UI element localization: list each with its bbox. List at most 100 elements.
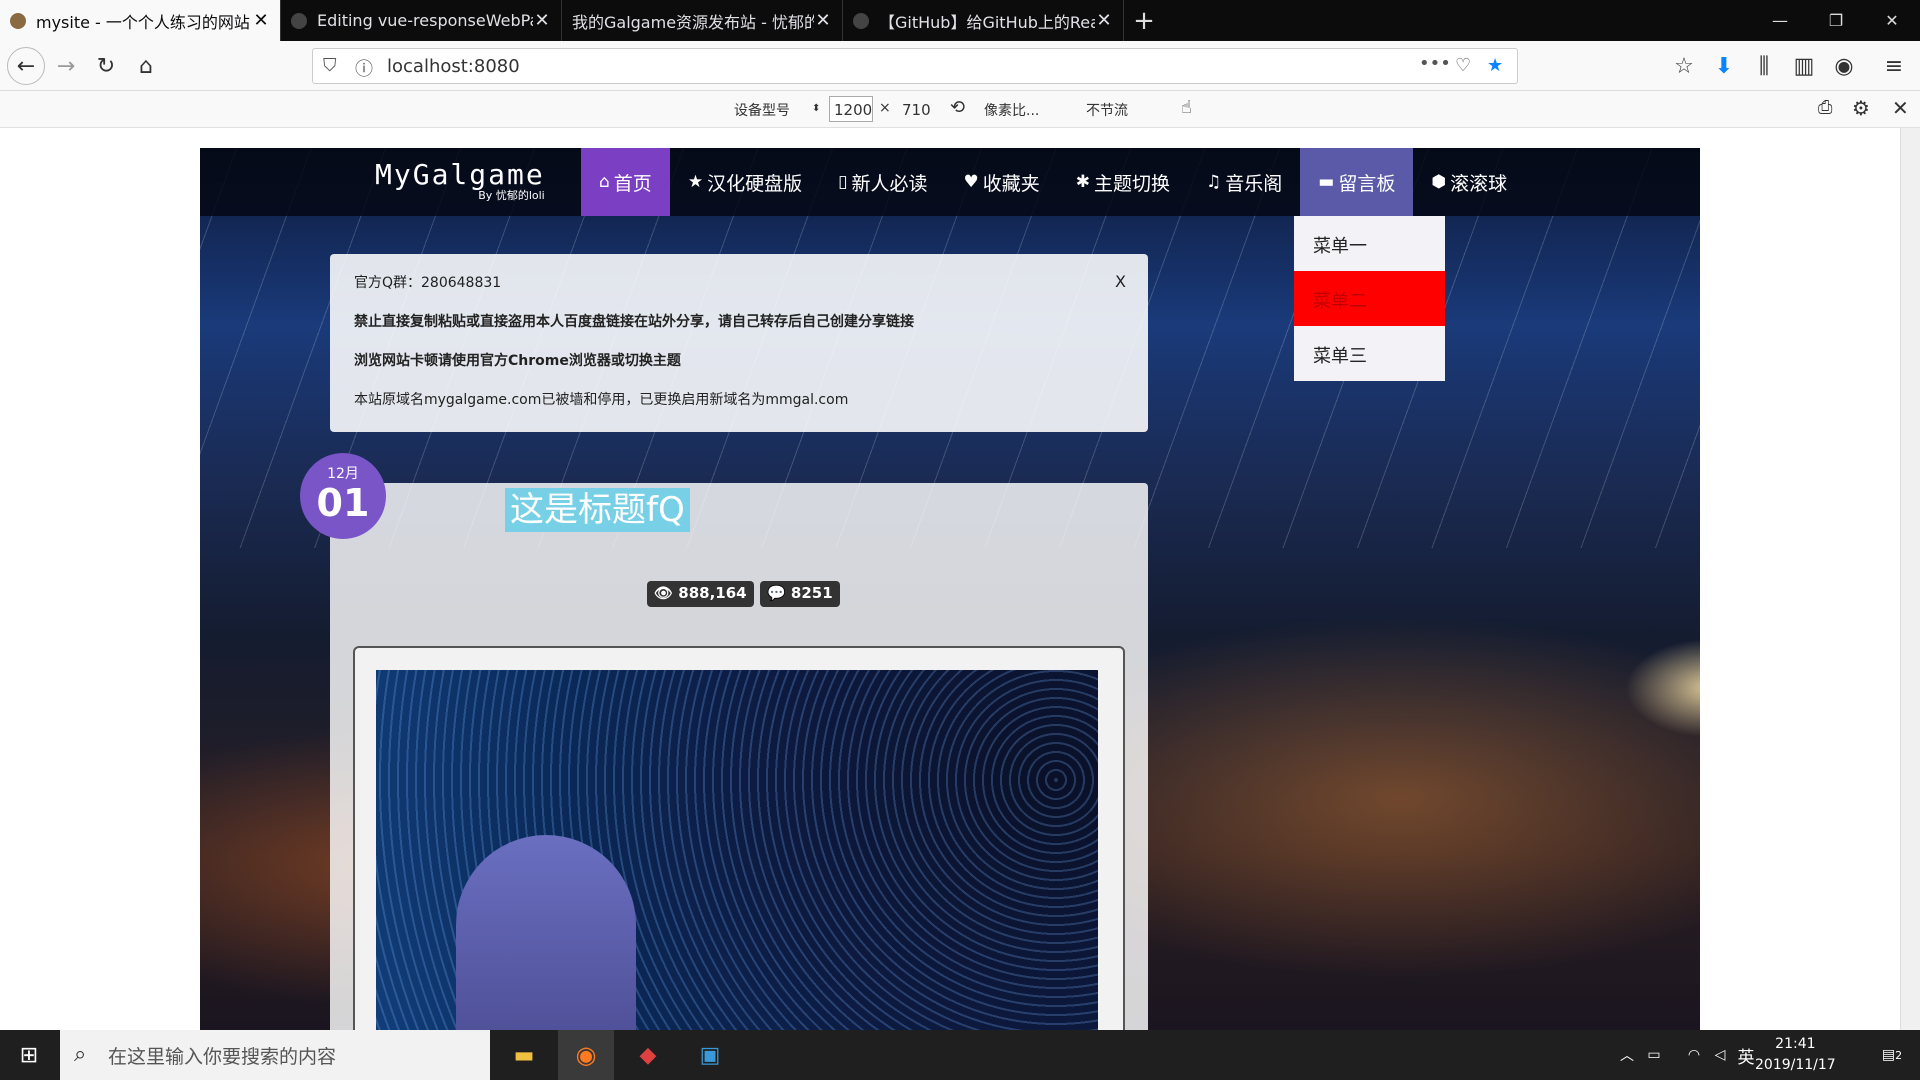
device-select[interactable]: 设备型号	[734, 100, 790, 120]
menu-theme-switch[interactable]: ✱ 主题切换	[1058, 148, 1188, 216]
clock-date: 2019/11/17	[1755, 1057, 1836, 1073]
bookmarks-star-icon[interactable]: ☆	[1668, 50, 1700, 82]
taskbar-search[interactable]: ⌕ 在这里输入你要搜索的内容	[60, 1030, 490, 1080]
gears-icon: ✱	[1075, 172, 1090, 192]
notice-warning-2: 浏览网站卡顿请使用官方Chrome浏览器或切换主题	[354, 353, 681, 369]
dropdown-item-3[interactable]: 菜单三	[1294, 326, 1445, 381]
notification-count: 2	[1895, 1048, 1903, 1062]
menu-label: 音乐阁	[1225, 172, 1283, 195]
site-favicon-icon	[10, 12, 26, 29]
close-tab-icon[interactable]: ✕	[533, 10, 551, 31]
viewport-height-input[interactable]: 710	[897, 96, 941, 122]
battery-icon[interactable]: ▭	[1643, 1030, 1665, 1080]
heart-icon: ♥	[963, 172, 979, 192]
minimize-button[interactable]: —	[1752, 0, 1808, 41]
taskbar-clock[interactable]: 21:41 2019/11/17	[1755, 1034, 1836, 1076]
search-placeholder: 在这里输入你要搜索的内容	[108, 1045, 337, 1068]
restore-button[interactable]: ❐	[1808, 0, 1864, 41]
menu-rolling-ball[interactable]: ⬢ 滚滚球	[1413, 148, 1525, 216]
tab-editing[interactable]: Editing vue-responseWebPa ✕	[281, 0, 562, 41]
responsive-design-toolbar: 设备型号 ⬍ 1200 × 710 ⟲ 像素比... 不节流 ☝ ⎙ ⚙ ✕	[0, 91, 1920, 128]
sidebar-icon[interactable]: ▥	[1788, 50, 1820, 82]
wifi-icon[interactable]: ◠	[1682, 1030, 1706, 1080]
close-tab-icon[interactable]: ✕	[814, 10, 832, 31]
dpr-select[interactable]: 像素比...	[984, 100, 1039, 120]
menu-label: 滚滚球	[1450, 172, 1508, 195]
anime-character-figure	[456, 835, 636, 1030]
screenshot-icon[interactable]: ⎙	[1818, 97, 1832, 118]
search-icon: ⌕	[74, 1042, 87, 1067]
new-tab-button[interactable]: +	[1124, 0, 1164, 41]
tab-github-article[interactable]: 【GitHub】给GitHub上的Rea ✕	[843, 0, 1124, 41]
close-rdm-icon[interactable]: ✕	[1892, 96, 1909, 120]
account-icon[interactable]: ◉	[1828, 50, 1860, 82]
dropdown-item-2[interactable]: 菜单二	[1294, 271, 1445, 326]
notification-center[interactable]: ▤ 2	[1864, 1030, 1920, 1080]
pocket-icon[interactable]: ♡	[1455, 55, 1471, 76]
menu-icon[interactable]: ≡	[1878, 50, 1910, 82]
close-window-button[interactable]: ✕	[1864, 0, 1920, 41]
menu-home[interactable]: ⌂ 首页	[581, 148, 670, 216]
page-viewport: MyGalgame By 忧郁的loli ⌂ 首页 ★ 汉化硬盘版 ▯ 新人必读 ♥ 收…	[0, 128, 1900, 1030]
chevron-down-icon: ⬍	[812, 103, 821, 114]
site-logo[interactable]: MyGalgame By 忧郁的loli	[375, 158, 545, 203]
viewport-width-input[interactable]: 1200	[829, 96, 873, 122]
info-icon[interactable]: ⓘ	[355, 55, 373, 81]
tray-chevron-up-icon[interactable]: ︿	[1616, 1030, 1638, 1080]
back-button[interactable]: ←	[7, 47, 45, 85]
tab-galgame[interactable]: 我的Galgame资源发布站 - 忧郁的 ✕	[562, 0, 843, 41]
main-menu: ⌂ 首页 ★ 汉化硬盘版 ▯ 新人必读 ♥ 收藏夹 ✱ 主题切换 ♫ 音乐阁 ▬ 留言板 ⬢ 滚…	[581, 148, 1525, 216]
home-button[interactable]: ⌂	[130, 50, 162, 82]
touch-icon[interactable]: ☝	[1181, 97, 1192, 118]
forward-button[interactable]: →	[50, 50, 82, 82]
windows-start-icon[interactable]: ⊞	[0, 1030, 58, 1080]
volume-icon[interactable]: ◁	[1708, 1030, 1732, 1080]
library-icon[interactable]: ⫼	[1748, 50, 1780, 82]
menu-newbie[interactable]: ▯ 新人必读	[820, 148, 945, 216]
app-window-icon[interactable]: ▣	[682, 1030, 738, 1080]
notice-qq: 官方Q群：280648831	[354, 275, 502, 291]
rotate-icon[interactable]: ⟲	[950, 97, 965, 118]
bookmark-star-icon[interactable]: ★	[1487, 55, 1503, 76]
menu-label: 新人必读	[851, 172, 928, 195]
comments-badge: 💬 8251	[760, 581, 840, 607]
git-app-icon[interactable]: ◆	[620, 1030, 676, 1080]
menu-guestbook[interactable]: ▬ 留言板	[1300, 148, 1414, 216]
post-image[interactable]	[376, 670, 1098, 1030]
notification-icon: ▤	[1881, 1047, 1896, 1063]
settings-gear-icon[interactable]: ⚙	[1852, 96, 1870, 120]
home-icon: ⌂	[599, 172, 610, 192]
url-text[interactable]: localhost:8080	[387, 56, 520, 77]
site-header: MyGalgame By 忧郁的loli ⌂ 首页 ★ 汉化硬盘版 ▯ 新人必读 ♥ 收…	[200, 148, 1700, 216]
comment-icon: ▬	[1318, 172, 1335, 192]
windows-taskbar: ⊞ ⌕ 在这里输入你要搜索的内容 ▬ ◉ ◆ ▣ ︿ ▭ ◠ ◁ 英 21:41…	[0, 1030, 1920, 1080]
post-day: 01	[316, 481, 370, 525]
notice-close-button[interactable]: X	[1115, 272, 1126, 291]
download-icon[interactable]: ⬇	[1708, 50, 1740, 82]
window-controls: — ❐ ✕	[1752, 0, 1920, 41]
close-tab-icon[interactable]: ✕	[252, 10, 270, 31]
reload-button[interactable]: ↻	[90, 50, 122, 82]
firefox-icon[interactable]: ◉	[558, 1030, 614, 1080]
menu-favorites[interactable]: ♥ 收藏夹	[945, 148, 1057, 216]
dropdown-item-1[interactable]: 菜单一	[1294, 216, 1445, 271]
menu-music[interactable]: ♫ 音乐阁	[1188, 148, 1300, 216]
close-tab-icon[interactable]: ✕	[1095, 10, 1113, 31]
notice-box: 官方Q群：280648831 禁止直接复制粘贴或直接盗用本人百度盘链接在站外分享…	[330, 254, 1148, 432]
page-actions-icon[interactable]: •••	[1419, 53, 1451, 74]
shield-icon[interactable]: ⛉	[323, 55, 337, 76]
github-icon	[291, 12, 307, 29]
tab-mysite[interactable]: mysite - 一个个人练习的网站 ✕	[0, 0, 281, 41]
post-date-badge: 12月 01	[300, 453, 386, 539]
tab-title: 我的Galgame资源发布站 - 忧郁的	[572, 12, 814, 32]
tab-title: Editing vue-responseWebPa	[317, 11, 533, 30]
post-title[interactable]: 这是标题fQ	[505, 488, 690, 532]
cube-icon: ⬢	[1431, 172, 1447, 192]
file-explorer-icon[interactable]: ▬	[498, 1030, 550, 1080]
views-badge: 👁 888,164	[647, 581, 754, 607]
url-bar[interactable]: ⛉ ⓘ localhost:8080 ••• ♡ ★	[312, 48, 1518, 84]
vertical-scrollbar[interactable]	[1900, 128, 1920, 1030]
menu-chinese-hdd[interactable]: ★ 汉化硬盘版	[670, 148, 820, 216]
notice-domain: 本站原域名mygalgame.com已被墙和停用，已更换启用新域名为mmgal.…	[354, 392, 849, 408]
throttle-select[interactable]: 不节流	[1086, 100, 1128, 120]
